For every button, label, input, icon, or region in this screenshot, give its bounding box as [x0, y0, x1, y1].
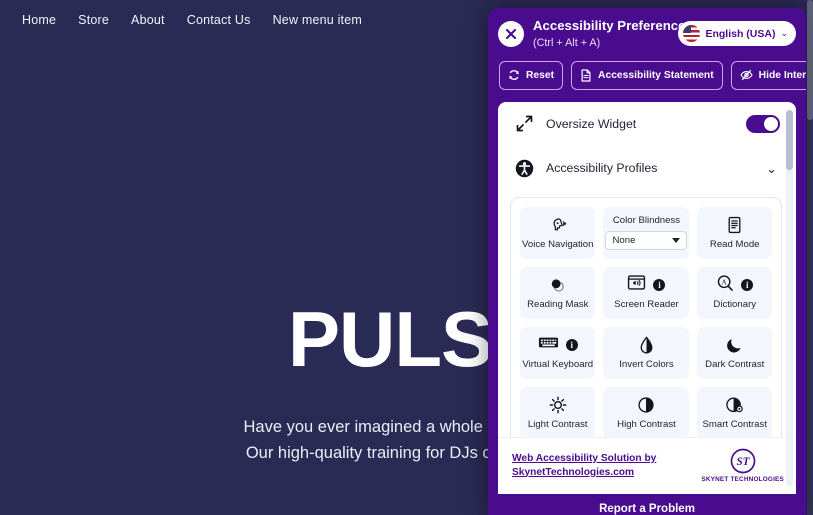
chevron-down-icon: ⌄ — [780, 28, 788, 39]
language-selector-label: English (USA) — [705, 27, 776, 40]
smart-contrast-icon — [725, 396, 744, 415]
language-selector[interactable]: English (USA) ⌄ — [678, 21, 796, 47]
oversize-widget-toggle[interactable] — [746, 114, 780, 133]
tile-color-blindness[interactable]: Color Blindness None — [603, 206, 690, 259]
report-a-problem-label: Report a Problem — [599, 503, 695, 515]
tile-virtual-keyboard[interactable]: i Virtual Keyboard — [520, 326, 596, 379]
tile-light-contrast[interactable]: Light Contrast — [520, 386, 596, 437]
info-icon[interactable]: i — [565, 339, 578, 352]
page-title: Accessibility Preferences — [533, 18, 693, 33]
tile-label: Reading Mask — [527, 298, 589, 310]
tile-voice-navigation[interactable]: Voice Navigation — [520, 206, 596, 259]
page-scrollbar-thumb[interactable] — [807, 0, 813, 120]
footer-link-line-2: SkynetTechnologies.com — [512, 466, 635, 478]
nav-link-contact-us[interactable]: Contact Us — [187, 13, 251, 27]
accessibility-profiles-label: Accessibility Profiles — [546, 161, 658, 176]
nav-link-store[interactable]: Store — [78, 13, 109, 27]
virtual-keyboard-icon — [538, 335, 559, 355]
panel-action-buttons: Reset Accessibility Statement Hide Inter — [488, 58, 806, 102]
screen-reader-icon — [627, 274, 646, 296]
tile-label: Dictionary — [713, 298, 757, 310]
logo-company-name: SKYNET TECHNOLOGIES — [701, 476, 784, 483]
svg-text:A: A — [722, 279, 727, 286]
hide-interface-button-label: Hide Interface — [758, 69, 806, 81]
color-blindness-select[interactable]: None — [605, 231, 688, 251]
tile-label: Screen Reader — [614, 298, 679, 310]
tile-label: High Contrast — [617, 418, 676, 430]
color-blindness-label: Color Blindness — [612, 215, 681, 227]
reset-button[interactable]: Reset — [499, 60, 564, 90]
panel-title-block: Accessibility Preferences (Ctrl + Alt + … — [533, 18, 693, 50]
panel-header: Accessibility Preferences (Ctrl + Alt + … — [488, 8, 806, 58]
tile-label: Voice Navigation — [522, 238, 594, 250]
close-icon[interactable] — [498, 20, 524, 47]
color-blindness-value: None — [612, 235, 636, 247]
oversize-widget-label: Oversize Widget — [546, 116, 637, 131]
hide-interface-button[interactable]: Hide Interface — [730, 60, 806, 90]
invert-colors-icon — [639, 335, 654, 355]
light-contrast-icon — [549, 396, 567, 415]
svg-text:ST: ST — [736, 456, 750, 468]
st-monogram-icon: ST — [730, 448, 756, 474]
accessibility-person-icon — [514, 159, 534, 178]
tile-read-mode[interactable]: Read Mode — [697, 206, 772, 259]
voice-navigation-icon — [548, 216, 567, 235]
tile-screen-reader[interactable]: i Screen Reader — [603, 266, 690, 319]
tile-smart-contrast[interactable]: Smart Contrast — [697, 386, 772, 437]
panel-body: Oversize Widget Accessibility Profiles ⌄ — [498, 101, 796, 494]
reset-icon — [508, 69, 520, 81]
tile-label: Dark Contrast — [705, 358, 765, 370]
chevron-down-icon[interactable]: ⌄ — [763, 162, 780, 175]
accessibility-statement-button-label: Accessibility Statement — [598, 69, 714, 81]
accessibility-profiles-row[interactable]: Accessibility Profiles ⌄ — [498, 146, 794, 191]
info-icon[interactable]: i — [653, 279, 666, 292]
panel-scrollbar[interactable] — [786, 109, 793, 486]
us-flag-icon — [683, 25, 701, 43]
nav-link-about[interactable]: About — [131, 13, 165, 27]
skynet-technologies-logo: ST SKYNET TECHNOLOGIES — [701, 448, 784, 483]
page-scrollbar[interactable] — [807, 0, 813, 515]
read-mode-icon — [726, 216, 743, 235]
eye-off-icon — [739, 69, 753, 81]
dictionary-icon: A — [716, 274, 734, 297]
skynet-technologies-link[interactable]: Web Accessibility Solution by SkynetTech… — [512, 452, 656, 480]
tile-label: Light Contrast — [527, 418, 588, 430]
nav-link-home[interactable]: Home — [22, 13, 56, 27]
reset-button-label: Reset — [526, 69, 555, 81]
tile-label: Virtual Keyboard — [522, 358, 594, 370]
tile-dark-contrast[interactable]: Dark Contrast — [697, 326, 772, 379]
accessibility-statement-button[interactable]: Accessibility Statement — [571, 60, 723, 90]
tile-label: Smart Contrast — [702, 418, 767, 430]
panel-scrollbar-thumb[interactable] — [786, 109, 793, 170]
tile-label: Invert Colors — [619, 358, 674, 370]
tile-reading-mask[interactable]: Reading Mask — [520, 266, 596, 319]
oversize-widget-row[interactable]: Oversize Widget — [498, 102, 794, 146]
tile-label: Read Mode — [709, 238, 760, 250]
info-icon[interactable]: i — [741, 279, 754, 292]
nav-link-new-menu-item[interactable]: New menu item — [273, 13, 362, 27]
accessibility-preferences-panel: Accessibility Preferences (Ctrl + Alt + … — [488, 8, 806, 515]
panel-footer: Web Accessibility Solution by SkynetTech… — [498, 437, 796, 494]
reading-mask-icon — [548, 276, 567, 295]
report-a-problem-button[interactable]: Report a Problem — [488, 494, 806, 515]
tile-invert-colors[interactable]: Invert Colors — [603, 326, 690, 379]
chevron-down-icon — [672, 238, 681, 244]
high-contrast-icon — [637, 396, 655, 415]
footer-link-line-1: Web Accessibility Solution by — [512, 452, 657, 464]
panel-shortcut-hint: (Ctrl + Alt + A) — [533, 36, 601, 49]
dark-contrast-icon — [726, 336, 744, 355]
tile-high-contrast[interactable]: High Contrast — [603, 386, 690, 437]
expand-icon — [514, 115, 534, 132]
features-grid: Voice Navigation Color Blindness None Re… — [510, 196, 782, 437]
document-icon — [580, 68, 592, 82]
tile-dictionary[interactable]: A i Dictionary — [697, 266, 772, 319]
panel-scroll-area[interactable]: Oversize Widget Accessibility Profiles ⌄ — [498, 102, 796, 437]
